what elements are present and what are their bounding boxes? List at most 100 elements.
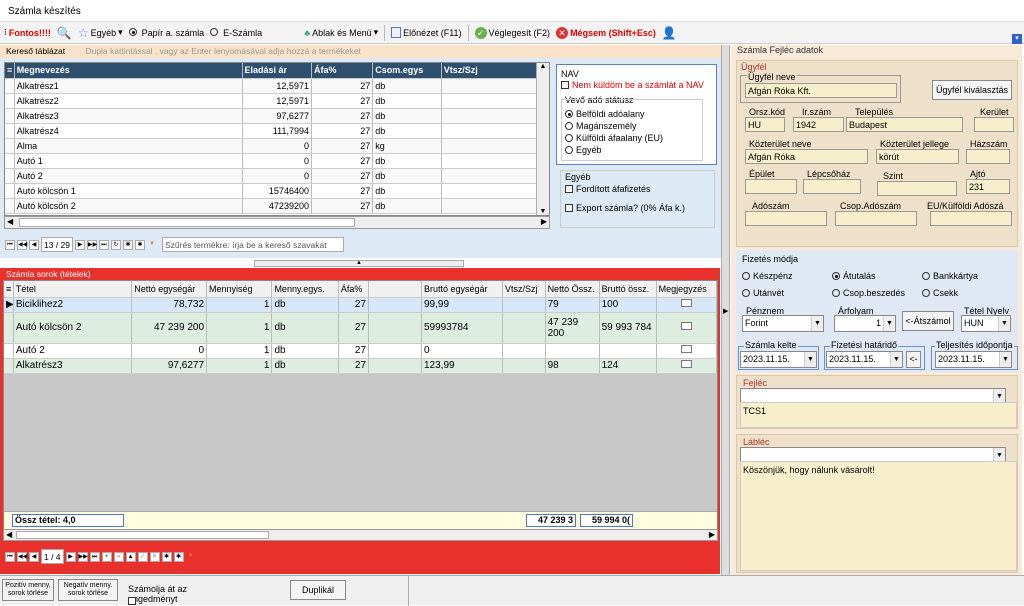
lines-table[interactable]: ≡ Tétel Nettó egységár Mennyiség Menny.e… <box>3 280 718 538</box>
row-selector[interactable] <box>5 138 15 154</box>
asterisk-alt-icon[interactable]: ✱ <box>173 551 184 562</box>
penznem-select[interactable]: Forint ▼ <box>742 315 824 332</box>
row-selector[interactable] <box>5 198 15 214</box>
hatarido-date[interactable]: 2023.11.15. ▼ <box>826 351 903 368</box>
prev-page-fast-icon[interactable]: ◀◀ <box>17 239 27 250</box>
table-cell[interactable]: 79 <box>545 297 600 313</box>
table-cell[interactable]: 27 <box>338 358 370 374</box>
copy-date-button[interactable]: <- <box>906 351 921 368</box>
scroll-left-icon[interactable]: ◀ <box>7 217 13 226</box>
next-page-fast-icon[interactable]: ▶▶ <box>87 239 97 250</box>
table-cell[interactable]: Autó 2 <box>13 343 133 359</box>
table-row[interactable]: ▶ Biciklihez2 78,732 1 db 27 99,99 79 100 <box>4 297 717 313</box>
megsem-button[interactable]: ✕ Mégsem (Shift+Esc) <box>556 26 656 39</box>
table-cell[interactable]: 0 <box>131 343 208 359</box>
table-row[interactable]: Alkatrész4 111,7994 27 db <box>5 123 549 139</box>
table-cell[interactable]: db <box>271 358 339 374</box>
ablak-menu[interactable]: ♣ Ablak és Menü ▾ <box>304 27 378 38</box>
table-cell[interactable] <box>599 343 657 359</box>
column-header[interactable]: Tétel <box>13 281 133 298</box>
scroll-down-icon[interactable]: ▼ <box>537 208 549 215</box>
column-header[interactable]: Vtsz/Szj <box>502 281 546 298</box>
lines-table-hscroll[interactable]: ◀ ▶ <box>3 529 718 541</box>
fontos-button[interactable]: ⁝ Fontos!!!! <box>4 27 51 38</box>
scroll-up-icon[interactable]: ▲ <box>537 63 549 70</box>
lepcsohaz-field[interactable] <box>803 179 861 194</box>
chevron-down-icon[interactable]: ▼ <box>804 352 816 367</box>
row-selector[interactable] <box>5 93 15 109</box>
table-cell[interactable]: 59 993 784 <box>599 312 657 344</box>
next-page-icon[interactable]: ▶ <box>65 551 76 562</box>
scroll-thumb[interactable] <box>19 218 355 227</box>
prev-page-icon[interactable]: ◀ <box>29 551 39 562</box>
last-page-icon[interactable]: ⏭ <box>89 551 100 562</box>
lines-page-indicator[interactable]: 1 / 4 <box>41 549 64 564</box>
table-cell[interactable]: Alkatrész3 <box>13 358 133 374</box>
table-cell[interactable]: 59993784 <box>421 312 503 344</box>
table-cell[interactable]: 1 <box>206 358 273 374</box>
kelte-date[interactable]: 2023.11.15. ▼ <box>740 351 817 368</box>
row-selector[interactable] <box>5 108 15 124</box>
table-row[interactable]: Autó kölcsön 2 47239200 27 db <box>5 198 549 214</box>
arfolyam-field[interactable]: 1 ▼ <box>834 315 896 332</box>
ugyfel-kivalasztas-button[interactable]: Ügyfél kiválasztás <box>932 80 1012 100</box>
table-cell[interactable] <box>656 297 717 313</box>
row-selector[interactable] <box>5 168 15 184</box>
column-header[interactable] <box>368 281 422 298</box>
table-cell[interactable]: 27 <box>338 297 370 313</box>
user-settings-button[interactable]: 👤 <box>662 26 677 40</box>
table-cell[interactable]: 1 <box>206 297 273 313</box>
note-icon[interactable] <box>680 322 692 330</box>
vevo-status-option[interactable]: Külföldi áfaalany (EU) <box>565 133 663 143</box>
pozitiv-torles-button[interactable]: Pozitív menny. sorok törlése <box>2 579 54 601</box>
table-cell[interactable] <box>656 312 717 344</box>
row-selector[interactable]: ▶ <box>4 297 14 313</box>
table-cell[interactable]: 123,99 <box>421 358 503 374</box>
egyeb-menu[interactable]: ☆ Egyéb ▾ <box>78 26 123 40</box>
payment-option[interactable]: Csop.beszedés <box>832 288 905 298</box>
search-table-hscroll[interactable]: ◀ ▶ <box>4 216 550 229</box>
payment-option[interactable]: Készpénz <box>742 271 793 281</box>
chevron-down-icon[interactable]: ▼ <box>883 316 895 331</box>
asterisk-icon[interactable]: ✱ <box>123 239 133 250</box>
table-cell[interactable]: 27 <box>338 312 370 344</box>
asterisk-icon[interactable]: ✱ <box>161 551 172 562</box>
search-button[interactable]: 🔍 <box>57 26 72 40</box>
table-cell[interactable]: 0 <box>421 343 503 359</box>
chevron-down-icon[interactable]: ▼ <box>999 352 1011 367</box>
table-row[interactable]: Alkatrész3 97,6277 27 db <box>5 108 549 124</box>
table-cell[interactable]: 1 <box>206 343 273 359</box>
column-header[interactable]: Megnevezés <box>14 63 243 79</box>
first-page-icon[interactable]: ⏮ <box>5 551 15 562</box>
epulet-field[interactable] <box>745 179 797 194</box>
column-header[interactable]: Eladási ár <box>242 63 312 79</box>
adoszam-field[interactable] <box>745 211 827 226</box>
irszam-field[interactable]: 1942 <box>793 117 844 132</box>
prev-page-fast-icon[interactable]: ◀◀ <box>17 551 27 562</box>
column-header[interactable]: Nettó Össz. <box>545 281 600 298</box>
fejlec-text[interactable]: TCS1 <box>740 402 1017 428</box>
kozterulet-field[interactable]: Afgán Róka <box>745 149 868 164</box>
chevron-right-icon[interactable]: ▶ <box>723 307 728 315</box>
table-cell[interactable]: 1 <box>206 312 273 344</box>
column-header[interactable]: Áfa% <box>311 63 374 79</box>
search-filter-input[interactable]: Szűrés termékre: írja be a kereső szavak… <box>162 237 344 252</box>
cancel-icon[interactable]: ✕ <box>149 551 160 562</box>
table-cell[interactable]: Biciklihez2 <box>13 297 133 313</box>
column-header[interactable]: Mennyiség <box>206 281 273 298</box>
table-cell[interactable] <box>502 343 546 359</box>
search-table[interactable]: ≡ Megnevezés Eladási ár Áfa% Csom.egys V… <box>4 62 550 216</box>
add-row-icon[interactable]: + <box>101 551 112 562</box>
scroll-thumb[interactable] <box>16 531 269 539</box>
note-icon[interactable] <box>680 299 692 307</box>
table-row[interactable]: Alkatrész2 12,5971 27 db <box>5 93 549 109</box>
row-selector[interactable] <box>4 343 14 359</box>
ugyfel-neve-field[interactable]: Afgán Róka Kft. <box>745 83 897 98</box>
vevo-status-option[interactable]: Magánszemély <box>565 121 637 131</box>
payment-option[interactable]: Átutalás <box>832 271 876 281</box>
papir-szamla-radio[interactable]: Papír a. számla <box>128 27 204 38</box>
row-selector[interactable] <box>5 183 15 199</box>
table-cell[interactable] <box>656 358 717 374</box>
hazszam-field[interactable] <box>966 149 1010 164</box>
prev-page-icon[interactable]: ◀ <box>29 239 39 250</box>
